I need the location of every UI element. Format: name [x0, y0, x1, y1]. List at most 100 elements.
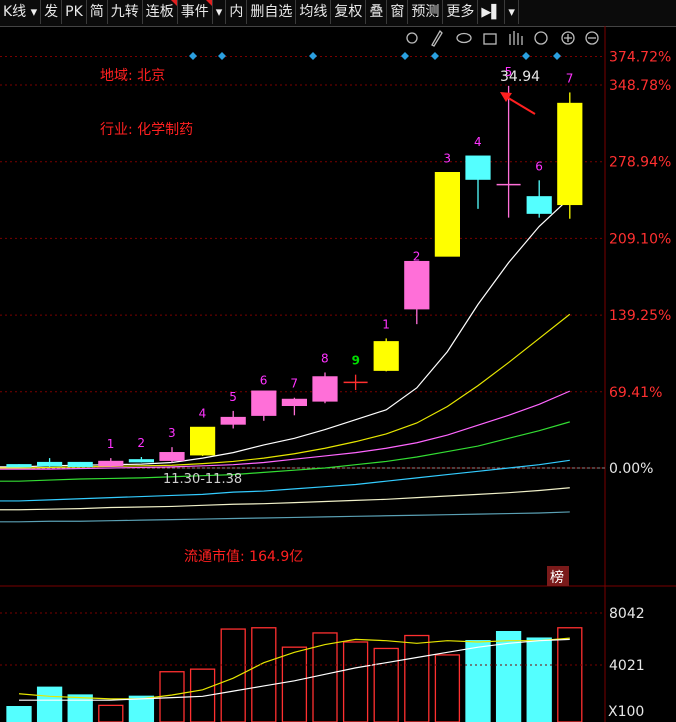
chart-tools — [406, 29, 599, 47]
candle-body — [251, 390, 277, 416]
toolbar-btn-ma[interactable]: 均线 — [296, 0, 332, 24]
pen-icon[interactable] — [431, 29, 443, 47]
candle-body — [98, 460, 124, 467]
toolbar-btn-jiuzhuan[interactable]: 九转 — [108, 0, 143, 24]
chevron-down-icon: ▾ — [508, 5, 515, 20]
y-tick-label: 209.10% — [609, 231, 671, 247]
candle-body — [6, 464, 32, 468]
high-price-label: 34.94 — [500, 69, 540, 85]
counter-label: 3 — [443, 152, 451, 166]
counter-label: 2 — [413, 249, 421, 263]
counter-label: 4 — [474, 135, 482, 149]
rank-badge-label: 榜 — [550, 569, 564, 586]
high-price-arrow — [504, 95, 536, 115]
volume-bar — [6, 706, 32, 722]
counter-label: 4 — [199, 406, 207, 420]
marker-icon[interactable] — [534, 31, 548, 45]
y-tick-label: 278.94% — [609, 155, 671, 171]
hand-icon[interactable] — [509, 31, 523, 45]
base-price-range: 11.30-11.38 — [163, 472, 242, 487]
y-tick-label: 139.25% — [609, 308, 671, 324]
candle-body — [281, 398, 307, 407]
candle-body — [404, 260, 430, 310]
chevron-down-icon: ▾ — [30, 5, 38, 20]
event-marker[interactable] — [522, 52, 530, 60]
y-tick-label: 374.72% — [609, 50, 671, 66]
event-marker[interactable] — [431, 52, 439, 60]
counter-label: 7 — [566, 71, 574, 85]
counter-label: 6 — [260, 373, 268, 387]
candle-body — [373, 341, 399, 371]
arrow-head-icon — [500, 92, 512, 102]
toolbar-btn-fa[interactable]: 发 — [41, 0, 63, 24]
toolbar-btn-more[interactable]: 更多 — [443, 0, 479, 24]
volume-bar — [36, 686, 63, 722]
counter-label: 2 — [137, 436, 145, 450]
toolbar-btn-lianban[interactable]: 连板 — [143, 0, 178, 24]
chart-toolbar: K线 ▾ 发 PK 简 九转 连板 事件 ▾ 内 删自选 均线 复权 叠 窗 预… — [0, 0, 676, 27]
volume-tick-label: 8042 — [609, 606, 645, 622]
candle-body — [128, 459, 154, 463]
counter-label: 1 — [107, 437, 115, 451]
volume-bar — [128, 695, 155, 722]
period-selector[interactable]: K线 ▾ — [0, 0, 42, 24]
moving-averages — [0, 197, 571, 523]
chevron-down-icon: ▾ — [215, 5, 223, 20]
candle-body — [465, 155, 491, 180]
volume-bar — [251, 627, 277, 722]
eye-icon[interactable] — [456, 32, 472, 44]
toolbar-btn-overlay[interactable]: 叠 — [366, 0, 388, 24]
period-label: K线 — [3, 4, 27, 20]
toolbar-btn-menu[interactable]: ▾ — [505, 0, 519, 24]
region-label: 地域: 北京 — [100, 68, 165, 84]
toolbar-btn-nei[interactable]: 内 — [226, 0, 248, 24]
counter-label: 6 — [535, 159, 543, 173]
y-tick-label: 0.00% — [609, 461, 653, 477]
candle-body — [36, 461, 63, 467]
toolbar-btn-expand[interactable]: ▶▌ — [478, 0, 506, 24]
candle-body — [312, 376, 338, 402]
candle-body — [67, 461, 93, 467]
toolbar-dropdown[interactable]: ▾ — [213, 0, 227, 24]
plus-glyph — [564, 34, 572, 42]
event-marker[interactable] — [218, 52, 226, 60]
event-marker[interactable] — [309, 52, 317, 60]
ma-line — [0, 511, 570, 523]
volume-bar — [98, 704, 124, 722]
volume-bar — [465, 640, 491, 722]
counter-label: 9 — [352, 354, 360, 368]
event-marker[interactable] — [401, 52, 409, 60]
market-cap-label: 流通市值: 164.9亿 — [184, 548, 303, 565]
candle-body — [159, 452, 185, 461]
candle-body — [434, 172, 460, 257]
event-marker[interactable] — [553, 52, 561, 60]
counter-label: 8 — [321, 351, 329, 365]
volume-bar — [220, 628, 246, 722]
toolbox-icon[interactable] — [483, 33, 497, 45]
toolbar-btn-adjust[interactable]: 复权 — [331, 0, 367, 24]
arrow-right-icon: ▶▌ — [481, 5, 502, 20]
toolbar-btn-shijian[interactable]: 事件 — [178, 0, 213, 24]
y-tick-label: 348.78% — [609, 78, 671, 94]
volume-bar — [67, 694, 93, 722]
volume-bar — [373, 647, 399, 722]
counter-label: 1 — [382, 317, 390, 331]
candle-body — [526, 196, 552, 214]
event-markers — [189, 52, 561, 60]
settings-icon[interactable] — [406, 32, 418, 44]
toolbar-btn-pk[interactable]: PK — [62, 0, 87, 24]
toolbar-btn-jian[interactable]: 简 — [87, 0, 108, 24]
toolbar-btn-forecast[interactable]: 预测 — [408, 0, 444, 24]
toolbar-btn-window[interactable]: 窗 — [387, 0, 409, 24]
price-axis-ticks: 374.72% 348.78% 278.94% 209.10% 139.25% 69.41… — [609, 50, 671, 477]
toolbar-btn-delete-watchlist[interactable]: 删自选 — [247, 0, 297, 24]
industry-label: 行业: 化学制药 — [100, 122, 193, 138]
event-marker[interactable] — [189, 52, 197, 60]
candles — [6, 85, 583, 468]
volume-bar — [281, 646, 308, 722]
candle-body — [557, 102, 583, 206]
ma-line — [0, 421, 570, 482]
volume-bar — [557, 627, 583, 722]
volume-bars — [6, 627, 583, 722]
counter-label: 5 — [229, 390, 237, 404]
